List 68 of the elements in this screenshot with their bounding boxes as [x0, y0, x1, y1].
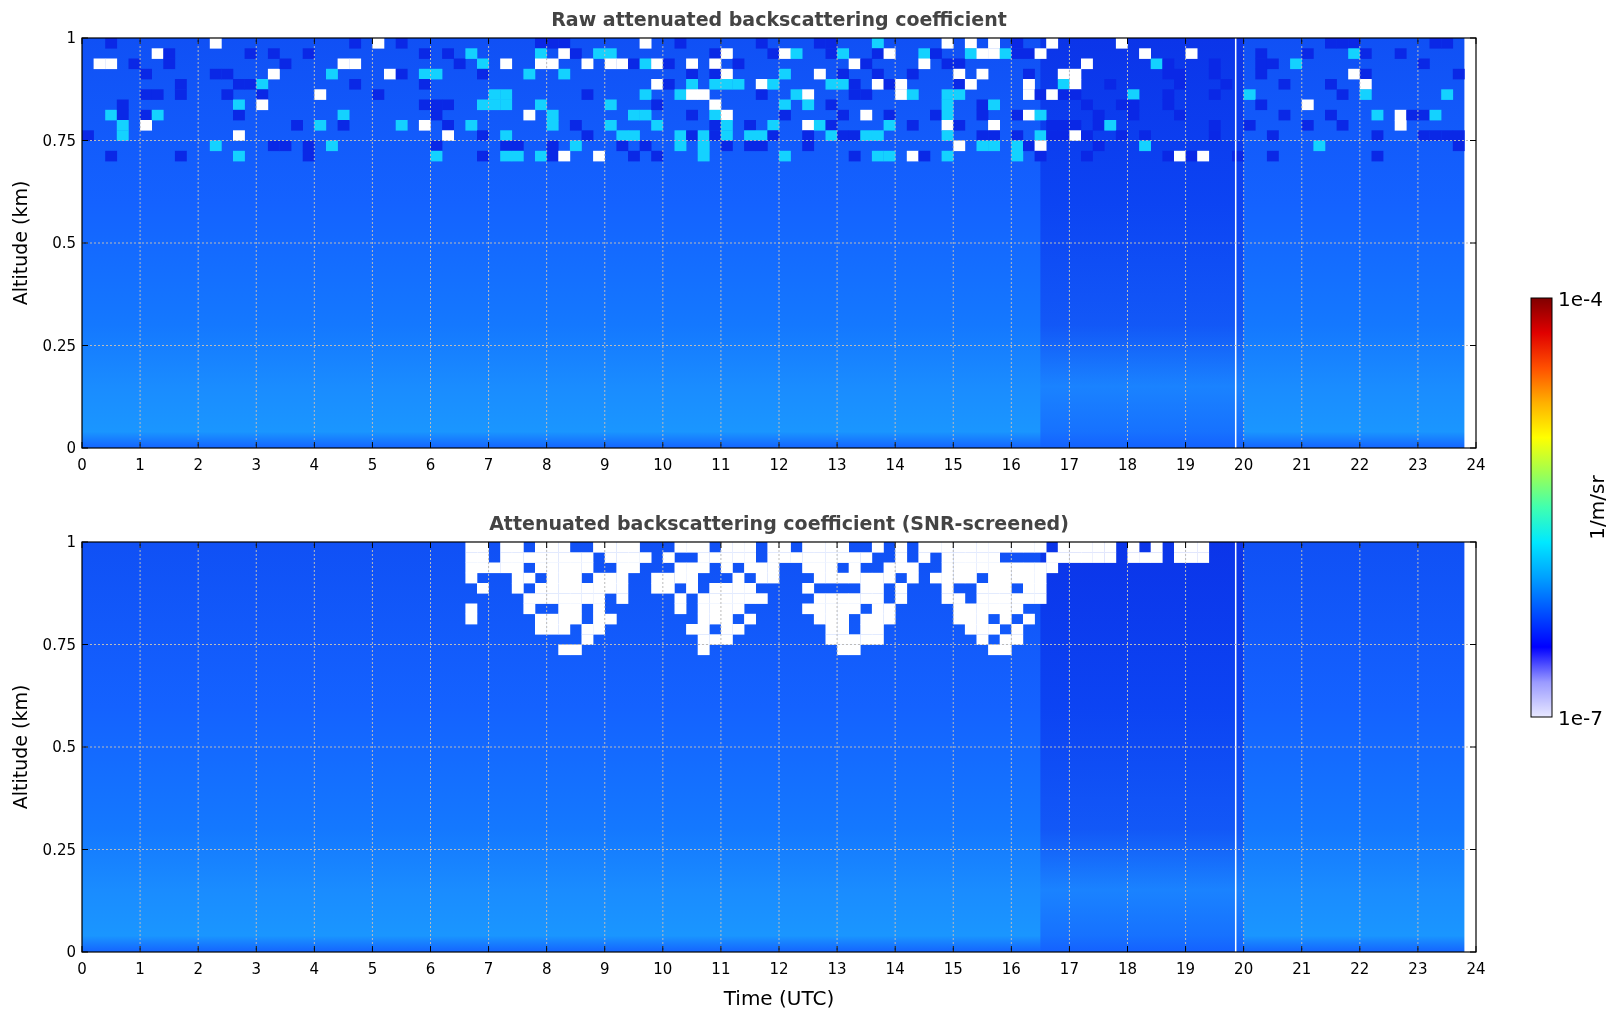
tick-label: 23: [1408, 456, 1428, 474]
colorbar-min-label: 1e-7: [1558, 706, 1603, 730]
tick-label: 17: [1059, 960, 1079, 978]
tick-label: 3: [251, 960, 261, 978]
tick-label: 3: [251, 456, 261, 474]
tick-label: 19: [1176, 456, 1196, 474]
tick-label: 0.25: [42, 336, 76, 355]
tick-label: 21: [1292, 456, 1312, 474]
tick-label: 9: [600, 456, 610, 474]
tick-label: 1: [66, 533, 76, 551]
tick-label: 18: [1117, 456, 1138, 474]
tick-label: 1: [135, 456, 145, 474]
tick-label: 21: [1292, 960, 1312, 978]
tick-label: 12: [769, 960, 789, 978]
tick-label: 9: [600, 960, 610, 978]
tick-label: 0: [66, 943, 76, 961]
tick-label: 11: [711, 456, 731, 474]
tick-label: 1: [66, 29, 76, 47]
tick-label: 19: [1176, 960, 1196, 978]
tick-label: 7: [483, 960, 494, 978]
chart-title: Raw attenuated backscattering coefficient: [551, 8, 1007, 30]
tick-label: 24: [1466, 456, 1486, 474]
tick-label: 4: [309, 960, 320, 978]
tick-label: 11: [711, 960, 731, 978]
tick-label: 15: [943, 960, 963, 978]
axis-label: Time (UTC): [723, 986, 835, 1010]
tick-label: 13: [827, 456, 847, 474]
tick-label: 15: [943, 456, 963, 474]
tick-label: 13: [827, 960, 847, 978]
tick-label: 2: [193, 456, 203, 474]
tick-label: 1: [135, 960, 145, 978]
tick-label: 0: [77, 456, 87, 474]
axis-label: Altitude (km): [9, 684, 31, 810]
tick-label: 6: [425, 456, 436, 474]
tick-label: 2: [193, 960, 203, 978]
tick-label: 10: [653, 456, 673, 474]
tick-label: 6: [425, 960, 436, 978]
tick-label: 23: [1408, 960, 1428, 978]
tick-label: 5: [367, 456, 378, 474]
tick-label: 7: [483, 456, 494, 474]
tick-label: 0: [77, 960, 87, 978]
tick-label: 0.5: [52, 234, 76, 252]
tick-label: 12: [769, 456, 789, 474]
colorbar-label: 1/m/sr: [1585, 475, 1609, 540]
tick-label: 0.75: [42, 635, 76, 654]
tick-label: 16: [1001, 456, 1021, 474]
tick-label: 0.75: [42, 131, 76, 150]
tick-label: 22: [1350, 960, 1370, 978]
chart-title: Attenuated backscattering coefficient (SNR-screened): [489, 512, 1069, 534]
tick-label: 0.25: [42, 840, 76, 859]
tick-label: 22: [1350, 456, 1370, 474]
tick-label: 10: [653, 960, 673, 978]
tick-label: 20: [1234, 456, 1254, 474]
tick-label: 0: [66, 439, 76, 457]
tick-label: 17: [1059, 456, 1079, 474]
tick-label: 14: [885, 456, 905, 474]
colorbar-max-label: 1e-4: [1558, 287, 1603, 311]
tick-label: 5: [367, 960, 378, 978]
tick-label: 8: [541, 960, 552, 978]
tick-label: 8: [541, 456, 552, 474]
tick-label: 16: [1001, 960, 1021, 978]
tick-label: 0.5: [52, 738, 76, 756]
tick-label: 4: [309, 456, 320, 474]
tick-label: 14: [885, 960, 905, 978]
tick-label: 20: [1234, 960, 1254, 978]
tick-label: 24: [1466, 960, 1486, 978]
tick-label: 18: [1117, 960, 1138, 978]
axis-label: Altitude (km): [9, 180, 31, 306]
